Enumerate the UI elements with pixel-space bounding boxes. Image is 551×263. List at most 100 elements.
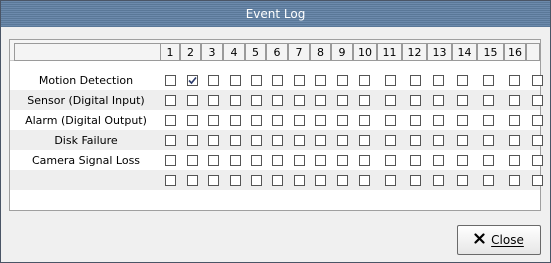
event-checkbox[interactable] <box>294 175 305 186</box>
event-checkbox[interactable] <box>385 155 396 166</box>
event-checkbox[interactable] <box>433 135 444 146</box>
event-checkbox[interactable] <box>272 95 283 106</box>
event-checkbox[interactable] <box>483 155 494 166</box>
event-checkbox[interactable] <box>165 115 176 126</box>
event-checkbox[interactable] <box>433 115 444 126</box>
event-checkbox[interactable] <box>532 95 543 106</box>
event-checkbox[interactable] <box>410 175 421 186</box>
event-checkbox[interactable] <box>385 175 396 186</box>
event-checkbox[interactable] <box>165 155 176 166</box>
event-checkbox[interactable] <box>251 135 262 146</box>
event-checkbox[interactable] <box>230 115 241 126</box>
event-checkbox[interactable] <box>385 115 396 126</box>
event-checkbox[interactable] <box>251 95 262 106</box>
event-checkbox[interactable] <box>532 135 543 146</box>
event-checkbox[interactable] <box>251 75 262 86</box>
event-checkbox[interactable] <box>230 155 241 166</box>
event-checkbox[interactable] <box>208 115 219 126</box>
event-checkbox[interactable] <box>165 135 176 146</box>
event-checkbox[interactable] <box>359 175 370 186</box>
event-checkbox[interactable] <box>359 75 370 86</box>
event-checkbox[interactable] <box>509 175 520 186</box>
event-checkbox[interactable] <box>410 135 421 146</box>
event-checkbox[interactable] <box>315 175 326 186</box>
event-checkbox[interactable] <box>532 75 543 86</box>
event-checkbox[interactable] <box>410 155 421 166</box>
event-checkbox[interactable] <box>483 115 494 126</box>
event-checkbox[interactable] <box>410 115 421 126</box>
event-checkbox[interactable] <box>230 135 241 146</box>
event-checkbox[interactable] <box>315 75 326 86</box>
event-checkbox[interactable] <box>359 115 370 126</box>
event-checkbox[interactable] <box>315 115 326 126</box>
event-checkbox[interactable] <box>165 75 176 86</box>
event-checkbox[interactable] <box>315 155 326 166</box>
event-checkbox[interactable] <box>294 75 305 86</box>
event-checkbox[interactable] <box>509 75 520 86</box>
event-checkbox[interactable] <box>385 135 396 146</box>
event-checkbox[interactable] <box>187 115 198 126</box>
event-checkbox[interactable] <box>272 75 283 86</box>
event-checkbox[interactable] <box>483 175 494 186</box>
event-checkbox[interactable] <box>337 155 348 166</box>
event-checkbox[interactable] <box>208 75 219 86</box>
event-checkbox[interactable] <box>208 175 219 186</box>
event-checkbox[interactable] <box>410 95 421 106</box>
event-checkbox[interactable] <box>272 155 283 166</box>
event-checkbox[interactable] <box>187 175 198 186</box>
event-checkbox-checked[interactable] <box>187 75 198 86</box>
event-checkbox[interactable] <box>187 95 198 106</box>
event-checkbox[interactable] <box>230 75 241 86</box>
event-checkbox[interactable] <box>251 115 262 126</box>
event-checkbox[interactable] <box>337 135 348 146</box>
event-checkbox[interactable] <box>208 155 219 166</box>
event-checkbox[interactable] <box>433 95 444 106</box>
event-checkbox[interactable] <box>208 135 219 146</box>
event-checkbox[interactable] <box>509 95 520 106</box>
event-checkbox[interactable] <box>410 75 421 86</box>
event-checkbox[interactable] <box>509 135 520 146</box>
event-checkbox[interactable] <box>385 75 396 86</box>
event-checkbox[interactable] <box>385 95 396 106</box>
event-checkbox[interactable] <box>532 155 543 166</box>
event-checkbox[interactable] <box>294 135 305 146</box>
event-checkbox[interactable] <box>187 135 198 146</box>
event-checkbox[interactable] <box>337 175 348 186</box>
event-checkbox[interactable] <box>457 95 468 106</box>
event-checkbox[interactable] <box>294 95 305 106</box>
event-checkbox[interactable] <box>315 95 326 106</box>
event-checkbox[interactable] <box>433 175 444 186</box>
event-checkbox[interactable] <box>483 135 494 146</box>
event-checkbox[interactable] <box>337 115 348 126</box>
event-checkbox[interactable] <box>165 95 176 106</box>
event-checkbox[interactable] <box>230 175 241 186</box>
event-checkbox[interactable] <box>483 75 494 86</box>
event-checkbox[interactable] <box>359 95 370 106</box>
event-checkbox[interactable] <box>337 75 348 86</box>
event-checkbox[interactable] <box>251 175 262 186</box>
event-checkbox[interactable] <box>457 135 468 146</box>
event-checkbox[interactable] <box>294 155 305 166</box>
event-checkbox[interactable] <box>433 155 444 166</box>
event-checkbox[interactable] <box>315 135 326 146</box>
event-checkbox[interactable] <box>272 115 283 126</box>
event-checkbox[interactable] <box>337 95 348 106</box>
event-checkbox[interactable] <box>457 115 468 126</box>
event-checkbox[interactable] <box>483 95 494 106</box>
event-checkbox[interactable] <box>208 95 219 106</box>
event-checkbox[interactable] <box>272 135 283 146</box>
event-checkbox[interactable] <box>294 115 305 126</box>
event-checkbox[interactable] <box>272 175 283 186</box>
event-checkbox[interactable] <box>457 175 468 186</box>
event-checkbox[interactable] <box>457 75 468 86</box>
close-button[interactable]: Close <box>457 225 541 255</box>
event-checkbox[interactable] <box>509 115 520 126</box>
event-checkbox[interactable] <box>165 175 176 186</box>
event-checkbox[interactable] <box>532 115 543 126</box>
event-checkbox[interactable] <box>359 155 370 166</box>
event-checkbox[interactable] <box>532 175 543 186</box>
event-checkbox[interactable] <box>457 155 468 166</box>
event-checkbox[interactable] <box>433 75 444 86</box>
event-checkbox[interactable] <box>509 155 520 166</box>
event-checkbox[interactable] <box>187 155 198 166</box>
